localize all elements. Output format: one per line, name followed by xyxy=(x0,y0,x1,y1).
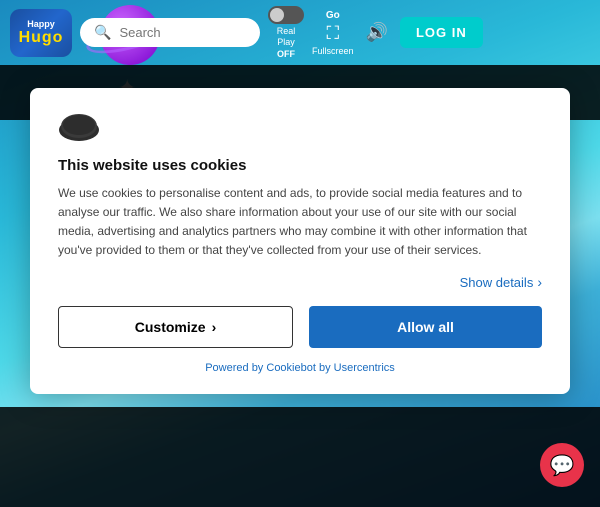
search-icon: 🔍 xyxy=(94,24,111,41)
real-play-toggle-area: Real Play OFF xyxy=(268,6,304,60)
cookie-modal: This website uses cookies We use cookies… xyxy=(30,88,570,395)
cookie-body-text: We use cookies to personalise content an… xyxy=(58,184,542,261)
logo-box: Happy Hugo xyxy=(10,9,72,57)
go-text: Go xyxy=(326,10,340,21)
cookie-title: This website uses cookies xyxy=(58,157,542,174)
chat-button[interactable]: 💬 xyxy=(540,443,584,487)
show-details-row: Show details › xyxy=(58,274,542,290)
cookie-buttons-row: Customize › Allow all xyxy=(58,306,542,348)
cookiebot-logo-icon xyxy=(58,112,100,142)
search-input[interactable] xyxy=(119,25,246,40)
powered-by: Powered by Cookiebot by Usercentrics xyxy=(58,362,542,374)
modal-overlay: This website uses cookies We use cookies… xyxy=(0,55,600,427)
fullscreen-text: Fullscreen xyxy=(312,46,354,56)
customize-arrow-icon: › xyxy=(212,319,217,335)
customize-button[interactable]: Customize › xyxy=(58,306,293,348)
toggle-knob xyxy=(270,8,284,22)
login-button[interactable]: LOG IN xyxy=(400,17,483,48)
show-details-arrow-icon: › xyxy=(537,274,542,290)
powered-by-prefix: Powered by xyxy=(205,362,266,374)
show-details-label: Show details xyxy=(460,275,534,290)
logo-area: Happy Hugo xyxy=(10,9,72,57)
fullscreen-icon: ⛶ xyxy=(326,23,339,44)
cookie-logo xyxy=(58,112,542,147)
customize-label: Customize xyxy=(135,319,206,335)
toggle-label: Real Play xyxy=(277,26,296,48)
logo-happy-text: Happy xyxy=(27,19,55,29)
chat-icon: 💬 xyxy=(550,453,575,478)
powered-by-link: Cookiebot by Usercentrics xyxy=(266,362,394,374)
sound-icon[interactable]: 🔊 xyxy=(366,22,388,43)
show-details-link[interactable]: Show details › xyxy=(460,274,542,290)
fullscreen-button[interactable]: Go ⛶ Fullscreen xyxy=(312,10,354,56)
search-bar: 🔍 xyxy=(80,18,260,47)
real-play-toggle[interactable] xyxy=(268,6,304,24)
allow-all-button[interactable]: Allow all xyxy=(309,306,542,348)
logo-hugo-text: Hugo xyxy=(19,29,64,47)
